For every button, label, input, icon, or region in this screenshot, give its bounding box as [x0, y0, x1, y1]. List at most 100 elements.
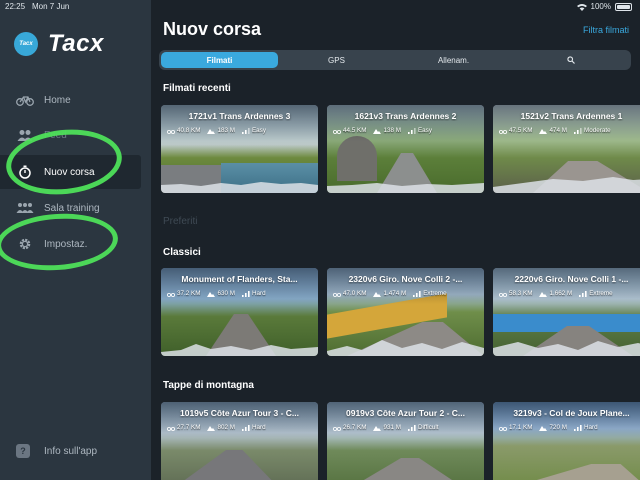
- video-card[interactable]: 1621v3 Trans Ardennes 2 44.5 KM 138 M Ea…: [327, 105, 484, 193]
- signal-icon: [241, 424, 250, 431]
- card-stats: 44.5 KM 138 M Easy: [333, 127, 480, 134]
- video-card[interactable]: 2220v6 Giro. Nove Colli 1 -... 58.3 KM 1…: [493, 268, 640, 356]
- card-elevation: 931 M: [383, 424, 401, 431]
- mountain-videos-row: 1019v5 Côte Azur Tour 3 - C... 27.7 KM 8…: [161, 402, 640, 480]
- filter-videos-link[interactable]: Filtra filmati: [583, 25, 629, 35]
- tab-filmati[interactable]: Filmati: [161, 52, 278, 68]
- mountain-icon: [373, 128, 382, 134]
- signal-icon: [573, 424, 582, 431]
- card-difficulty: Easy: [417, 127, 432, 134]
- card-title: 2320v6 Giro. Nove Colli 2 -...: [348, 274, 463, 284]
- sidebar: Tacx Tacx Home Feed Nuov corsa Sala trai…: [0, 0, 151, 480]
- mountain-icon: [373, 291, 382, 297]
- mountain-icon: [373, 425, 382, 431]
- video-card[interactable]: 3219v3 - Col de Joux Plane... 17.1 KM 72…: [493, 402, 640, 480]
- elevation-profile: [493, 177, 640, 193]
- video-card[interactable]: 1721v1 Trans Ardennes 3 40.8 KM 183 M Ea…: [161, 105, 318, 193]
- tab-search[interactable]: [512, 52, 629, 68]
- bicycle-icon: [499, 292, 507, 297]
- card-distance: 37.2 KM: [177, 290, 201, 297]
- card-stats: 27.7 KM 802 M Hard: [167, 424, 314, 431]
- tab-gps[interactable]: GPS: [278, 52, 395, 68]
- card-difficulty: Hard: [251, 424, 266, 431]
- mountain-icon: [539, 128, 548, 134]
- card-difficulty: Difficult: [417, 424, 439, 431]
- card-elevation: 1.474 M: [383, 290, 407, 297]
- card-elevation: 802 M: [217, 424, 235, 431]
- signal-icon: [241, 127, 250, 134]
- status-bar: 22:25 Mon 7 Jun 100%: [0, 0, 640, 14]
- elevation-profile: [161, 182, 318, 193]
- video-card[interactable]: Monument of Flanders, Sta... 37.2 KM 630…: [161, 268, 318, 356]
- card-elevation: 138 M: [383, 127, 401, 134]
- card-elevation: 720 M: [549, 424, 567, 431]
- sidebar-item-home[interactable]: Home: [0, 83, 141, 117]
- tacx-logo: Tacx Tacx: [14, 30, 104, 58]
- sidebar-item-info[interactable]: ? Info sull'app: [16, 444, 97, 458]
- video-card[interactable]: 2320v6 Giro. Nove Colli 2 -... 47.0 KM 1…: [327, 268, 484, 356]
- signal-icon: [407, 424, 416, 431]
- card-elevation: 183 M: [217, 127, 235, 134]
- card-distance: 47.5 KM: [509, 127, 533, 134]
- signal-icon: [241, 290, 250, 297]
- tab-allenam[interactable]: Allenam.: [395, 52, 512, 68]
- card-difficulty: Moderate: [583, 127, 611, 134]
- elevation-profile: [161, 344, 318, 356]
- video-card[interactable]: 1521v2 Trans Ardennes 1 47.5 KM 474 M Mo…: [493, 105, 640, 193]
- signal-icon: [413, 290, 421, 297]
- battery-icon: [615, 2, 632, 11]
- bicycle-icon: [333, 292, 341, 297]
- video-card[interactable]: 0919v3 Côte Azur Tour 2 - C... 26.7 KM 9…: [327, 402, 484, 480]
- mountain-icon: [539, 425, 548, 431]
- card-distance: 27.7 KM: [177, 424, 201, 431]
- bicycle-icon: [167, 129, 175, 134]
- status-time: 22:25: [5, 2, 26, 11]
- question-icon: ?: [16, 444, 30, 458]
- card-title: 1621v3 Trans Ardennes 2: [354, 111, 457, 121]
- card-elevation: 630 M: [217, 290, 235, 297]
- logo-wordmark: Tacx: [48, 30, 104, 57]
- card-stats: 17.1 KM 720 M Hard: [499, 424, 640, 431]
- card-stats: 47.5 KM 474 M Moderate: [499, 127, 640, 134]
- classic-videos-row: Monument of Flanders, Sta... 37.2 KM 630…: [161, 268, 640, 358]
- card-elevation: 1.662 M: [549, 290, 573, 297]
- card-stats: 47.0 KM 1.474 M Extreme: [333, 290, 480, 297]
- card-elevation: 474 M: [549, 127, 567, 134]
- card-title: 0919v3 Côte Azur Tour 2 - C...: [345, 408, 466, 418]
- elevation-profile: [493, 341, 640, 356]
- card-stats: 40.8 KM 183 M Easy: [167, 127, 314, 134]
- signal-icon: [407, 127, 416, 134]
- page-title: Nuov corsa: [163, 19, 262, 39]
- section-title-recenti: Filmati recenti: [163, 83, 231, 94]
- card-title: Monument of Flanders, Sta...: [181, 274, 298, 284]
- bicycle-icon: [499, 129, 507, 134]
- battery-percent: 100%: [590, 2, 611, 11]
- recent-videos-row: 1721v1 Trans Ardennes 3 40.8 KM 183 M Ea…: [161, 105, 640, 195]
- card-difficulty: Easy: [251, 127, 266, 134]
- bicycle-icon: [167, 426, 175, 431]
- elevation-profile: [327, 340, 484, 356]
- mountain-icon: [207, 291, 216, 297]
- card-title: 1019v5 Côte Azur Tour 3 - C...: [179, 408, 300, 418]
- group-icon: [16, 200, 34, 216]
- sidebar-item-label: Sala training: [44, 202, 100, 214]
- mountain-icon: [539, 291, 548, 297]
- video-card[interactable]: 1019v5 Côte Azur Tour 3 - C... 27.7 KM 8…: [161, 402, 318, 480]
- section-title-montagna: Tappe di montagna: [163, 380, 254, 391]
- card-distance: 17.1 KM: [509, 424, 533, 431]
- card-distance: 44.5 KM: [343, 127, 367, 134]
- card-difficulty: Extreme: [589, 290, 613, 297]
- card-distance: 40.8 KM: [177, 127, 201, 134]
- bicycle-icon: [333, 426, 341, 431]
- bicycle-icon: [16, 92, 34, 108]
- status-right: 100%: [576, 2, 632, 11]
- card-stats: 26.7 KM 931 M Difficult: [333, 424, 480, 431]
- card-difficulty: Extreme: [423, 290, 447, 297]
- section-title-preferiti: Preferiti: [163, 216, 198, 227]
- card-title: 3219v3 - Col de Joux Plane...: [513, 408, 630, 418]
- card-distance: 47.0 KM: [343, 290, 367, 297]
- card-title: 1521v2 Trans Ardennes 1: [520, 111, 623, 121]
- card-difficulty: Hard: [583, 424, 598, 431]
- signal-icon: [579, 290, 587, 297]
- bicycle-icon: [499, 426, 507, 431]
